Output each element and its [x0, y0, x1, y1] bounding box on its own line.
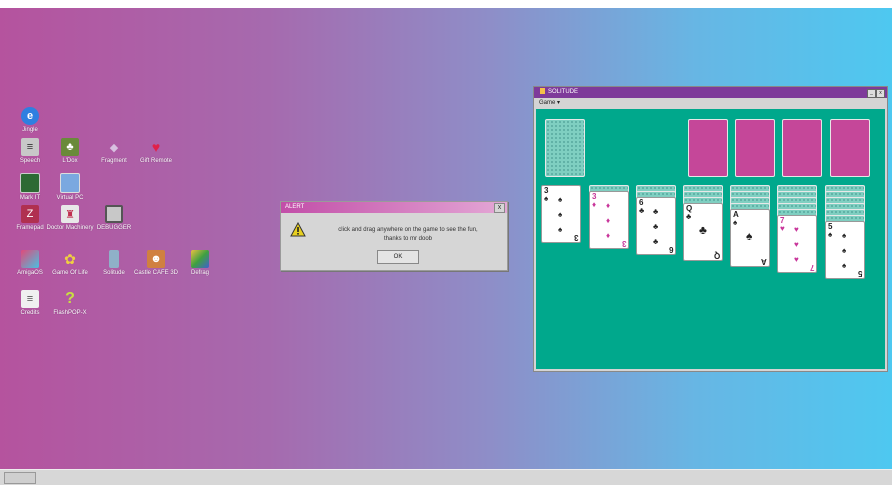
tableau-card[interactable]: 5 ♠ 5 ♠ ♠ ♠ [825, 221, 865, 279]
screen-icon [105, 205, 123, 223]
ok-button[interactable]: OK [377, 250, 419, 264]
close-button[interactable]: x [494, 203, 505, 213]
stock-pile[interactable] [545, 119, 585, 177]
desktop-icon-label: Defrag [190, 270, 209, 276]
foundation-slot[interactable] [830, 119, 870, 177]
desktop-icon-label: FlashPOP-X [53, 310, 87, 316]
card-rank-bottom: A [761, 257, 767, 266]
card-rank-bottom: 6 [668, 245, 673, 254]
card-pip: ♦ [606, 231, 611, 240]
desktop-icon-flashpop[interactable]: ? FlashPOP-X [42, 290, 98, 317]
question-icon: ? [65, 290, 75, 307]
tableau-card[interactable]: Q ♣ Q ♣ [683, 203, 723, 261]
taskbar [0, 469, 892, 485]
defrag-icon [191, 250, 209, 268]
robot-icon: ♜ [61, 205, 79, 223]
menu-game[interactable]: Game ▾ [534, 98, 887, 108]
card-rank: A ♠ [733, 210, 739, 227]
dialog-message-line1: click and drag anywhere on the game to s… [338, 227, 478, 233]
dialog-message-line2: thanks to mr doob [383, 236, 433, 242]
tableau-card[interactable]: 6 ♣ 6 ♣ ♣ ♣ [636, 197, 676, 255]
card-pip: ♣ [653, 207, 659, 216]
calendar-icon: Z [21, 205, 39, 223]
desktop-icon-jingle[interactable]: e Jingle [2, 107, 58, 134]
disk-icon: ≡ [21, 138, 39, 156]
card-rank: 5 ♠ [828, 222, 833, 239]
start-button[interactable] [4, 472, 36, 484]
dialog-titlebar[interactable]: ALERT x [281, 202, 507, 213]
card-pip: ♠ [558, 225, 563, 234]
desktop-icon-label: Jingle [22, 127, 38, 133]
minimize-button[interactable]: _ [867, 89, 876, 98]
desktop-icon-label: Virtual PC [56, 195, 84, 201]
warning-icon [290, 222, 306, 237]
close-window-button[interactable]: x [876, 89, 885, 98]
desktop-icon-label: Gift Remote [139, 158, 172, 164]
paper-icon: ◆ [109, 141, 119, 154]
gem-icon: ♥ [151, 139, 161, 155]
window-icon [60, 173, 80, 193]
card-rank-bottom: 5 [857, 269, 862, 278]
face-icon: ☻ [147, 250, 165, 268]
card-rank-bottom: 3 [621, 239, 626, 248]
cells-icon: ✿ [64, 250, 76, 267]
desktop-icon-defrag[interactable]: Defrag [172, 250, 228, 277]
game-felt[interactable]: 3 ♠ 3 ♠ ♠ ♠ 3 ♦ 3 ♦ ♦ ♦ 6 ♣ 6 ♣ ♣ ♣ Q ♣ Q ♣ A ♠ A ♠ 7 ♥ 7 ♥ ♥ ♥ 5 ♠ 5 ♠ ♠ ♠ [536, 109, 885, 369]
card-pip: ♠ [558, 195, 563, 204]
tree-icon: ♣ [61, 138, 79, 156]
foundation-slot[interactable] [782, 119, 822, 177]
app-icon [540, 88, 545, 94]
card-rank: 6 ♣ [639, 198, 645, 215]
card-pip: ♠ [558, 210, 563, 219]
card-pip: ♣ [653, 222, 659, 231]
card-pip: ♦ [606, 201, 611, 210]
card-pip: ♠ [842, 231, 847, 240]
card-pip: ♦ [606, 216, 611, 225]
card-rank-bottom: Q [713, 251, 720, 260]
tableau-card[interactable]: 3 ♠ 3 ♠ ♠ ♠ [541, 185, 581, 243]
card-pip: ♥ [794, 255, 799, 264]
e-logo-icon: e [21, 107, 39, 125]
tableau-card[interactable]: A ♠ A ♠ [730, 209, 770, 267]
card-rank: 7 ♥ [780, 216, 785, 233]
card-rank-bottom: 3 [573, 233, 578, 242]
card-pip: ♥ [794, 225, 799, 234]
card-rank: 3 ♦ [592, 192, 597, 209]
card-rank: 3 ♠ [544, 186, 549, 203]
screen-top-edge [0, 0, 892, 8]
card-pip: ♠ [842, 261, 847, 270]
solitaire-title: SOLITUDE [548, 89, 579, 95]
desktop-icon-gift-remote[interactable]: ♥ Gift Remote [128, 138, 184, 165]
cube-icon [21, 250, 39, 268]
desktop-icon-label: DEBUGGER [96, 225, 132, 231]
card-pip: ♣ [699, 223, 707, 237]
solitaire-window: SOLITUDE _ x Game ▾ 3 ♠ 3 ♠ ♠ ♠ 3 ♦ 3 ♦ ♦ ♦ 6 ♣ 6 ♣ ♣ ♣ Q ♣… [533, 86, 888, 372]
card-rank-bottom: 7 [809, 263, 814, 272]
card-pip: ♣ [653, 237, 659, 246]
foundation-slot[interactable] [735, 119, 775, 177]
tableau-card[interactable]: 3 ♦ 3 ♦ ♦ ♦ [589, 191, 629, 249]
card-pip: ♥ [794, 240, 799, 249]
tableau-card[interactable]: 7 ♥ 7 ♥ ♥ ♥ [777, 215, 817, 273]
desktop-icon-virtual-pc[interactable]: Virtual PC [42, 173, 98, 202]
solitaire-titlebar[interactable]: SOLITUDE _ x [534, 87, 887, 98]
document-icon: ≡ [21, 290, 39, 308]
card-pip: ♠ [842, 246, 847, 255]
dialog-title: ALERT [285, 204, 305, 210]
card-pip: ♠ [746, 229, 753, 243]
bottle-icon [109, 250, 119, 268]
card-rank: Q ♣ [686, 204, 693, 221]
alert-dialog: ALERT x click and drag anywhere on the g… [280, 201, 508, 271]
monitor-icon [20, 173, 40, 193]
dialog-message: click and drag anywhere on the game to s… [315, 226, 501, 244]
desktop-icon-debugger[interactable]: DEBUGGER [86, 205, 142, 232]
foundation-slot[interactable] [688, 119, 728, 177]
